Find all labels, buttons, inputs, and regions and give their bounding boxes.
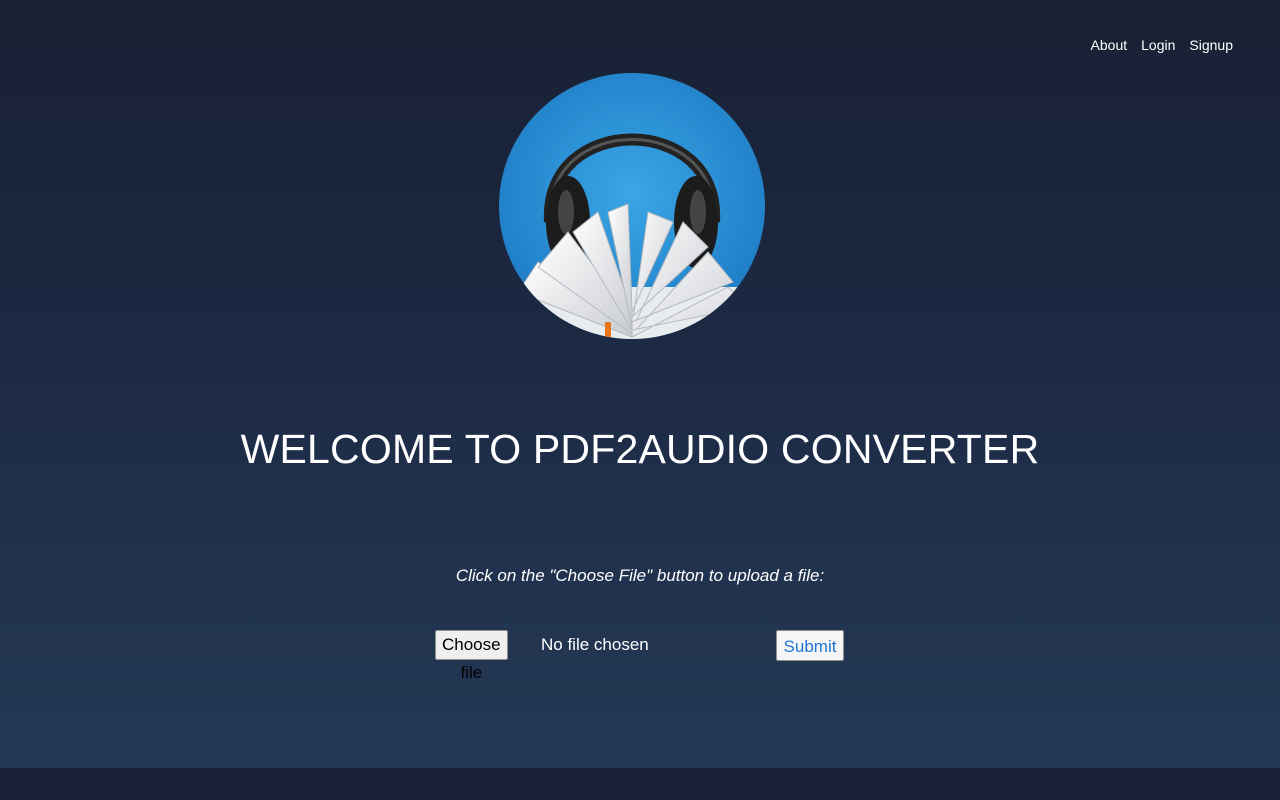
page-title: WELCOME TO PDF2AUDIO CONVERTER: [240, 426, 1040, 472]
file-status-text: No file chosen: [541, 635, 649, 654]
nav-about-link[interactable]: About: [1091, 37, 1128, 53]
top-nav: About Login Signup: [1091, 37, 1233, 53]
nav-login-link[interactable]: Login: [1141, 37, 1175, 53]
upload-instructions: Click on the "Choose File" button to upl…: [455, 566, 825, 585]
app-logo: [498, 72, 766, 340]
submit-button[interactable]: Submit: [776, 630, 844, 661]
footer-bar: [0, 768, 1280, 800]
nav-signup-link[interactable]: Signup: [1189, 37, 1233, 53]
headphones-book-logo-icon: [499, 73, 765, 339]
choose-file-button[interactable]: Choose file: [435, 630, 508, 682]
